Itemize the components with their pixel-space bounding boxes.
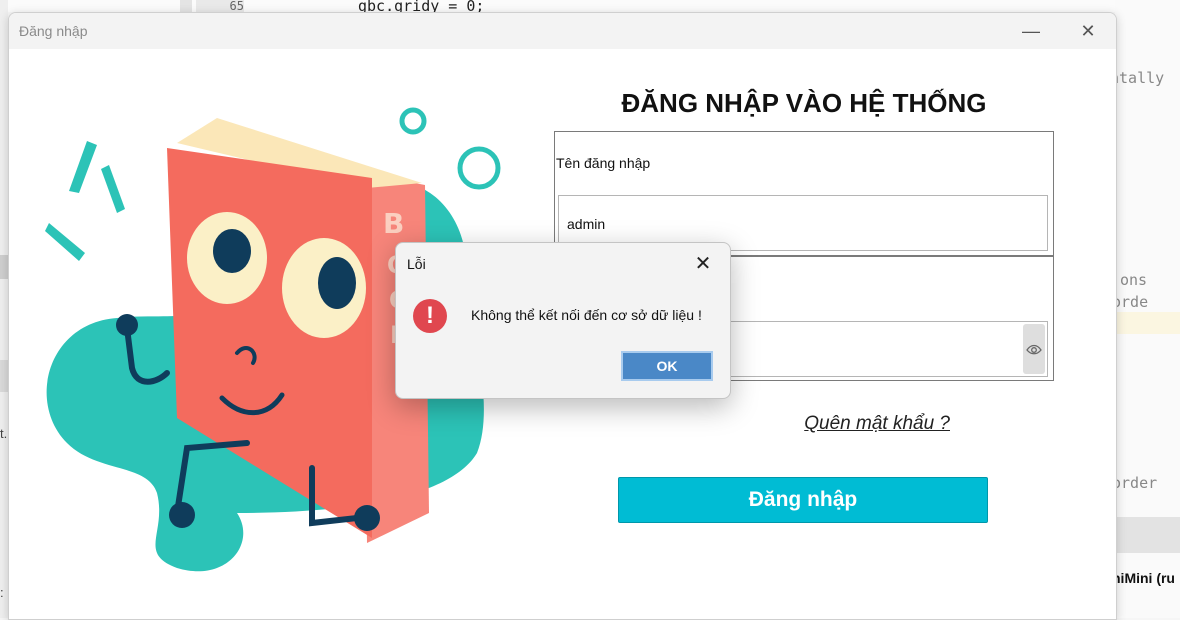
ide-right-text: order <box>1112 474 1158 492</box>
forgot-password-link[interactable]: Quên mật khẩu ? <box>554 413 950 435</box>
show-password-button[interactable] <box>1023 324 1045 374</box>
mascot-foot <box>169 502 195 528</box>
page-title: ĐĂNG NHẬP VÀO HỆ THỐNG <box>621 88 987 118</box>
window-title: Đăng nhập <box>19 23 88 39</box>
ide-left-bar <box>0 360 8 392</box>
ide-left-panel <box>0 0 8 618</box>
ide-right-bold-text: hiMini (ru <box>1112 570 1175 586</box>
mascot-hand <box>116 314 138 336</box>
sparkle-mark <box>45 223 85 261</box>
ide-left-text: : <box>0 585 4 600</box>
sparkle-mark <box>69 141 97 193</box>
eye-icon <box>1026 344 1042 355</box>
ide-left-text: t. <box>0 426 8 441</box>
ide-right-text: ons <box>1120 271 1148 289</box>
ide-background <box>0 0 1180 12</box>
mascot-pupil <box>213 229 251 273</box>
username-label: Tên đăng nhập <box>556 155 651 171</box>
dialog-title: Lỗi <box>407 256 426 272</box>
ide-highlight-line <box>1115 312 1180 334</box>
ide-right-text: ntally <box>1110 69 1165 87</box>
ide-right-text: orde <box>1112 293 1149 311</box>
minimize-icon[interactable]: — <box>1009 17 1053 45</box>
bubble-circle <box>457 146 501 190</box>
ide-left-bar <box>0 255 8 279</box>
sparkle-mark <box>101 165 125 213</box>
mascot-foot <box>354 505 380 531</box>
username-panel: Tên đăng nhập admin <box>554 131 1054 256</box>
spine-lettering: B <box>383 207 404 240</box>
ide-gray-bar <box>1115 517 1180 553</box>
bubble-circle <box>399 107 427 135</box>
error-dialog: Lỗi ✕ ! Không thể kết nối đến cơ sở dữ l… <box>395 242 731 399</box>
username-value: admin <box>567 216 606 232</box>
ok-button[interactable]: OK <box>621 351 713 381</box>
dialog-message: Không thể kết nối đến cơ sở dữ liệu ! <box>471 307 702 323</box>
mascot-pupil <box>318 257 356 309</box>
title-bar[interactable]: Đăng nhập — ✕ <box>9 13 1116 49</box>
dialog-close-icon[interactable]: ✕ <box>686 251 720 277</box>
ide-gutter <box>180 0 192 12</box>
close-icon[interactable]: ✕ <box>1066 17 1110 45</box>
login-button[interactable]: Đăng nhập <box>618 477 988 523</box>
ide-line-number: 65 <box>196 0 244 12</box>
error-icon: ! <box>413 299 447 333</box>
